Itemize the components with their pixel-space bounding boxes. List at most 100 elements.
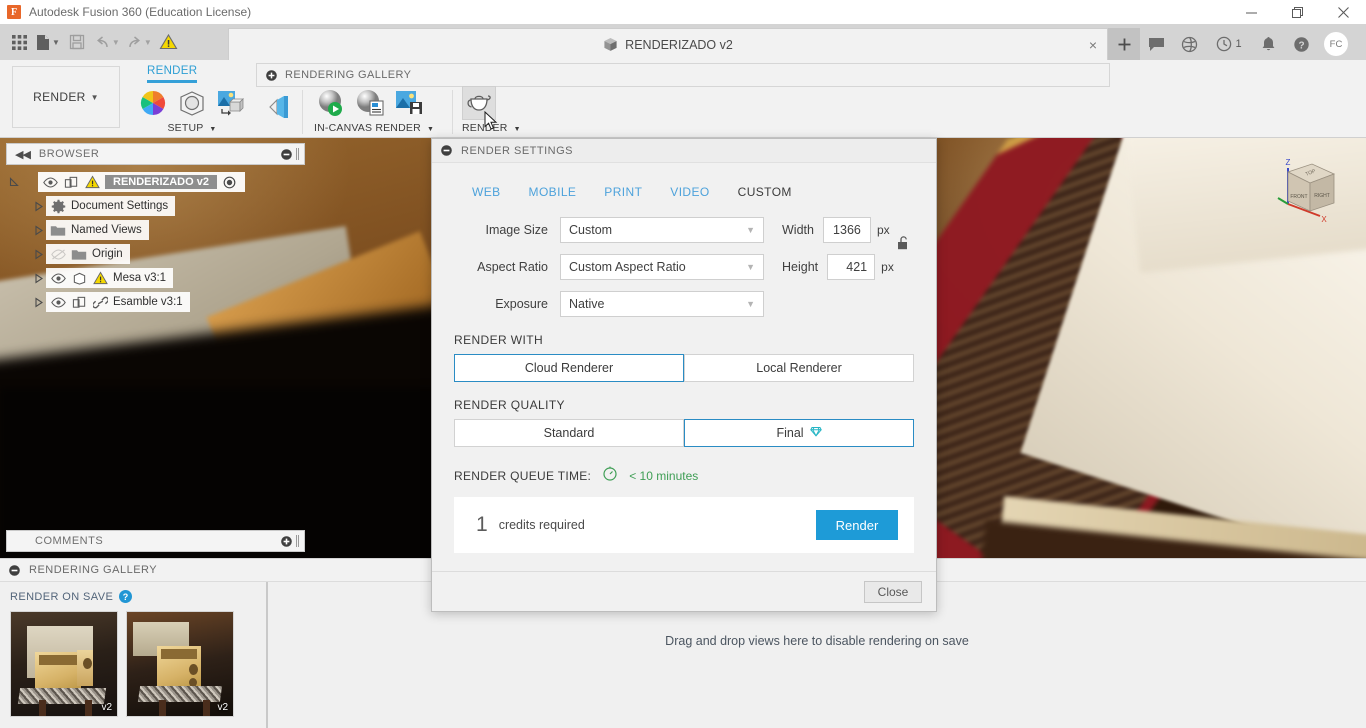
rendering-gallery-title: RENDERING GALLERY	[29, 564, 158, 576]
tab-render-label: RENDER	[147, 65, 198, 77]
restore-icon[interactable]	[1274, 0, 1320, 24]
body-icon	[71, 270, 87, 286]
workspace-switcher[interactable]: RENDER ▼	[12, 66, 120, 128]
render-settings-dialog: RENDER SETTINGS WEB MOBILE PRINT VIDEO C…	[431, 138, 937, 612]
fusion-logo-icon: F	[7, 5, 21, 19]
document-cube-icon	[604, 37, 617, 51]
tree-row-esamble[interactable]: Esamble v3:1	[6, 290, 306, 314]
render-quality-label: RENDER QUALITY	[454, 398, 565, 412]
expand-arrow-icon[interactable]	[6, 174, 22, 190]
local-renderer-option[interactable]: Local Renderer	[684, 354, 914, 382]
collapse-left-icon[interactable]: ◀◀	[15, 148, 31, 161]
texture-map-icon[interactable]	[264, 90, 298, 124]
help-icon[interactable]: ?	[119, 590, 133, 603]
chevron-down-icon[interactable]: ▼	[746, 262, 755, 272]
preset-tab-video[interactable]: VIDEO	[670, 185, 709, 199]
close-tab-icon[interactable]: ×	[1089, 38, 1097, 52]
visibility-eye-icon[interactable]	[50, 270, 66, 286]
preset-tab-print[interactable]: PRINT	[604, 185, 642, 199]
expand-arrow-icon[interactable]	[30, 198, 46, 214]
expand-arrow-icon[interactable]	[30, 246, 46, 262]
document-tab[interactable]: RENDERIZADO v2 ×	[228, 28, 1108, 60]
exposure-select[interactable]: Native ▼	[560, 291, 764, 317]
capture-image-icon[interactable]	[392, 86, 426, 120]
in-canvas-render-start-icon[interactable]	[314, 86, 348, 120]
tree-row-mesa[interactable]: Mesa v3:1	[6, 266, 306, 290]
tree-label: Named Views	[71, 224, 142, 236]
close-button[interactable]: Close	[864, 580, 922, 603]
preset-tab-web[interactable]: WEB	[472, 185, 501, 199]
width-input[interactable]: 1366	[822, 217, 871, 243]
help-icon[interactable]: ?	[1285, 28, 1318, 60]
minimize-panel-icon[interactable]	[281, 148, 292, 160]
chevron-down-icon[interactable]: ▼	[209, 126, 216, 133]
panel-grip[interactable]	[296, 148, 299, 160]
preset-tab-custom[interactable]: CUSTOM	[738, 185, 792, 199]
render-with-group: Cloud Renderer Local Renderer	[454, 354, 914, 382]
render-thumbnail-2[interactable]: v2	[126, 611, 234, 717]
gear-icon	[50, 198, 66, 214]
chevron-down-icon[interactable]: ▼	[91, 93, 99, 102]
visibility-eye-icon[interactable]	[50, 294, 66, 310]
job-status-icon[interactable]: 1	[1206, 28, 1252, 60]
browser-panel-header: ◀◀ BROWSER	[6, 143, 305, 165]
undo-icon[interactable]: ▼	[92, 27, 122, 57]
quality-standard-option[interactable]: Standard	[454, 419, 684, 447]
chevron-down-icon[interactable]: ▼	[746, 299, 755, 309]
cloud-renderer-option[interactable]: Cloud Renderer	[454, 354, 684, 382]
panel-grip[interactable]	[296, 535, 299, 547]
chevron-down-icon[interactable]: ▼	[112, 38, 120, 47]
comment-icon[interactable]	[1140, 28, 1173, 60]
visibility-hidden-icon[interactable]	[50, 246, 66, 262]
expand-arrow-icon[interactable]	[30, 294, 46, 310]
expand-panel-icon[interactable]	[281, 535, 292, 547]
globe-icon[interactable]	[1173, 28, 1206, 60]
new-tab-button[interactable]	[1108, 28, 1140, 60]
decal-icon[interactable]	[214, 86, 248, 120]
tree-row-named-views[interactable]: Named Views	[6, 218, 306, 242]
chevron-down-icon[interactable]: ▼	[514, 126, 521, 133]
aspect-ratio-select[interactable]: Custom Aspect Ratio ▼	[560, 254, 764, 280]
rendering-gallery-tab[interactable]: RENDERING GALLERY	[256, 63, 1110, 87]
tab-render[interactable]: RENDER	[140, 60, 204, 87]
app-grid-icon[interactable]	[6, 27, 32, 57]
chevron-down-icon[interactable]: ▼	[427, 126, 434, 133]
ribbon: RENDER ▼ RENDER RENDERING GALLERY SETUP …	[0, 60, 1366, 138]
scene-settings-icon[interactable]	[175, 86, 209, 120]
tree-row-root[interactable]: RENDERIZADO v2	[6, 170, 306, 194]
job-count: 1	[1235, 38, 1242, 50]
view-cube[interactable]: Z X TOP FRONT RIGHT	[1268, 154, 1340, 230]
expand-arrow-icon[interactable]	[30, 270, 46, 286]
file-icon[interactable]: ▼	[34, 27, 62, 57]
render-button[interactable]: Render	[816, 510, 898, 540]
quality-final-option[interactable]: Final	[684, 419, 914, 447]
axis-x-label: X	[1321, 215, 1327, 224]
save-icon[interactable]	[64, 27, 90, 57]
chevron-down-icon[interactable]: ▼	[52, 38, 60, 47]
minimize-icon[interactable]	[1228, 0, 1274, 24]
expand-arrow-icon[interactable]	[30, 222, 46, 238]
tree-row-document-settings[interactable]: Document Settings	[6, 194, 306, 218]
redo-icon[interactable]: ▼	[124, 27, 154, 57]
collapse-gallery-icon[interactable]	[9, 564, 20, 576]
height-input[interactable]: 421	[827, 254, 876, 280]
render-thumbnail-1[interactable]: v2	[10, 611, 118, 717]
in-canvas-render-settings-icon[interactable]	[353, 86, 387, 120]
chevron-down-icon[interactable]: ▼	[144, 38, 152, 47]
avatar[interactable]: FC	[1324, 32, 1348, 56]
appearance-icon[interactable]	[136, 86, 170, 120]
collapse-dialog-icon[interactable]	[441, 145, 452, 156]
image-size-select[interactable]: Custom ▼	[560, 217, 764, 243]
notification-bell-icon[interactable]	[1252, 28, 1285, 60]
view-cube-right-label: RIGHT	[1314, 193, 1330, 199]
warning-icon[interactable]	[156, 27, 182, 57]
preset-tab-mobile[interactable]: MOBILE	[529, 185, 577, 199]
tree-row-origin[interactable]: Origin	[6, 242, 306, 266]
unlocked-padlock-icon[interactable]	[896, 235, 912, 255]
close-icon[interactable]	[1320, 0, 1366, 24]
cloud-renderer-label: Cloud Renderer	[524, 361, 614, 375]
activate-component-icon[interactable]	[222, 174, 238, 190]
height-label: Height	[782, 260, 819, 274]
chevron-down-icon[interactable]: ▼	[746, 225, 755, 235]
visibility-eye-icon[interactable]	[42, 174, 58, 190]
